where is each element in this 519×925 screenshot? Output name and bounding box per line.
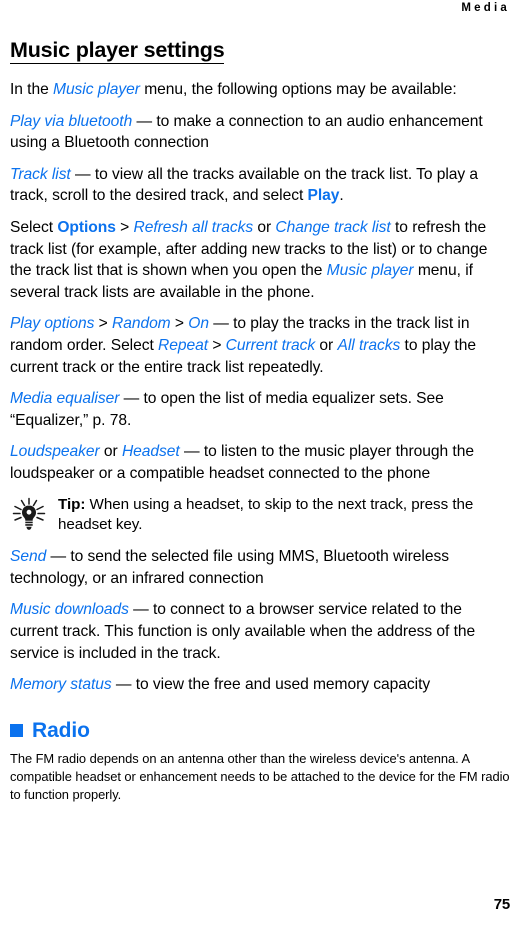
tip-block: Tip: When using a headset, to skip to th… [10, 495, 511, 537]
option-tail: . [339, 187, 344, 205]
text-select: Select [10, 219, 58, 237]
menu-ref-music-player: Music player [326, 262, 414, 280]
menu-ref-all-tracks: All tracks [337, 337, 401, 355]
tip-body: When using a headset, to skip to the nex… [58, 495, 474, 534]
intro-post: menu, the following options may be avail… [139, 81, 457, 99]
section-heading-wrap: Music player settings [10, 38, 511, 71]
menu-ref-loudspeaker: Loudspeaker [10, 443, 100, 461]
option-name: Play via bluetooth [10, 112, 133, 130]
option-dash: — [119, 390, 144, 408]
menu-ref-send: Send [10, 548, 47, 566]
separator: > [94, 315, 112, 333]
option-track-list: Track list — to view all the tracks avai… [10, 164, 511, 207]
radio-note: The FM radio depends on an antenna other… [10, 750, 510, 802]
option-dash: — [70, 165, 95, 183]
menu-ref-music-player: Music player [53, 81, 140, 99]
document-page: Media Music player settings In the Music… [0, 0, 519, 925]
paragraph-music-downloads: Music downloads — to connect to a browse… [10, 599, 511, 664]
text-or: or [315, 337, 338, 355]
page-number: 75 [493, 896, 511, 913]
paragraph-select-options: Select Options > Refresh all tracks or C… [10, 217, 511, 303]
text-or: or [99, 443, 122, 461]
menu-ref-music-downloads: Music downloads [10, 601, 129, 619]
option-name: Track list [10, 165, 71, 183]
paragraph-play-options: Play options > Random > On — to play the… [10, 313, 511, 378]
option-dash: — [208, 315, 234, 333]
option-dash: — [111, 676, 136, 694]
text-or: or [253, 219, 276, 237]
separator: > [208, 337, 226, 355]
menu-ref-change-track-list: Change track list [275, 219, 391, 237]
menu-ref-refresh-all-tracks: Refresh all tracks [133, 219, 254, 237]
command-play: Play [307, 187, 340, 205]
menu-ref-media-equaliser: Media equaliser [10, 390, 120, 408]
paragraph-send: Send — to send the selected file using M… [10, 546, 511, 589]
option-dash: — [132, 112, 157, 130]
radio-heading-label: Radio [32, 718, 90, 742]
separator: > [170, 315, 189, 333]
menu-ref-memory-status: Memory status [10, 676, 112, 694]
menu-ref-repeat: Repeat [158, 337, 209, 355]
radio-heading: Radio [10, 718, 511, 743]
page-title: Music player settings [10, 38, 225, 65]
option-dash: — [46, 548, 71, 566]
option-dash: — [179, 443, 204, 461]
menu-ref-headset: Headset [121, 443, 180, 461]
text-body: to view the free and used memory capacit… [135, 676, 431, 694]
paragraph-memory-status: Memory status — to view the free and use… [10, 674, 511, 696]
running-header: Media [461, 2, 510, 14]
menu-ref-current-track: Current track [225, 337, 316, 355]
intro-pre: In the [10, 81, 53, 99]
page-content: Music player settings In the Music playe… [10, 38, 511, 804]
tip-text: Tip: When using a headset, to skip to th… [58, 495, 511, 537]
tip-label: Tip: [58, 495, 86, 513]
menu-ref-on: On [188, 315, 209, 333]
intro-paragraph: In the Music player menu, the following … [10, 79, 511, 101]
separator: > [115, 219, 134, 237]
menu-ref-random: Random [111, 315, 171, 333]
radio-section: Radio [10, 718, 511, 743]
option-play-via-bluetooth: Play via bluetooth — to make a connectio… [10, 111, 511, 154]
lightbulb-icon [10, 497, 48, 531]
text-body: to send the selected file using MMS, Blu… [10, 548, 449, 587]
paragraph-media-equaliser: Media equaliser — to open the list of me… [10, 388, 511, 431]
square-bullet-icon [10, 723, 23, 737]
paragraph-loudspeaker-headset: Loudspeaker or Headset — to listen to th… [10, 441, 511, 484]
option-dash: — [128, 601, 153, 619]
command-options: Options [57, 219, 116, 237]
menu-ref-play-options: Play options [10, 315, 95, 333]
